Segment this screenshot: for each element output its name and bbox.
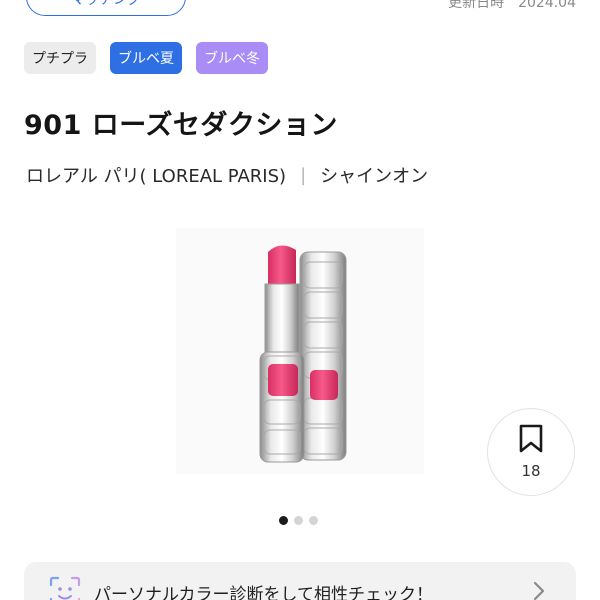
- brand-link[interactable]: ロレアル パリ( LOREAL PARIS): [26, 162, 286, 188]
- face-scan-icon: [49, 576, 81, 600]
- match-pill-button[interactable]: マッチング: [26, 0, 186, 16]
- lipstick-product-image: [259, 245, 347, 463]
- carousel-dot-1[interactable]: [279, 516, 288, 525]
- subline-separator: |: [300, 164, 307, 186]
- updated-date: 更新日時 2024.04: [448, 0, 576, 11]
- product-line-link[interactable]: シャインオン: [320, 162, 428, 188]
- carousel-dot-3[interactable]: [309, 516, 318, 525]
- banner-text: パーソナルカラー診断をして相性チェック！: [94, 584, 433, 600]
- product-subline: ロレアル パリ( LOREAL PARIS) | シャインオン: [26, 162, 428, 188]
- chevron-right-icon: [533, 581, 545, 600]
- match-pill-label: マッチング: [71, 0, 141, 8]
- product-title: 901 ローズセダクション: [24, 110, 338, 141]
- product-image[interactable]: [176, 228, 424, 474]
- carousel-dot-2[interactable]: [294, 516, 303, 525]
- tag-blue-summer[interactable]: ブルベ夏: [110, 42, 182, 74]
- favorite-button[interactable]: 18: [487, 408, 575, 496]
- tag-blue-winter[interactable]: ブルベ冬: [196, 42, 268, 74]
- personal-color-banner[interactable]: パーソナルカラー診断をして相性チェック！: [24, 562, 576, 600]
- tag-petit-price[interactable]: プチプラ: [24, 42, 96, 74]
- favorite-count: 18: [521, 462, 541, 480]
- bookmark-icon: [519, 424, 543, 453]
- tag-list: プチプラ ブルベ夏 ブルベ冬: [24, 42, 268, 74]
- carousel-indicator: [279, 516, 318, 525]
